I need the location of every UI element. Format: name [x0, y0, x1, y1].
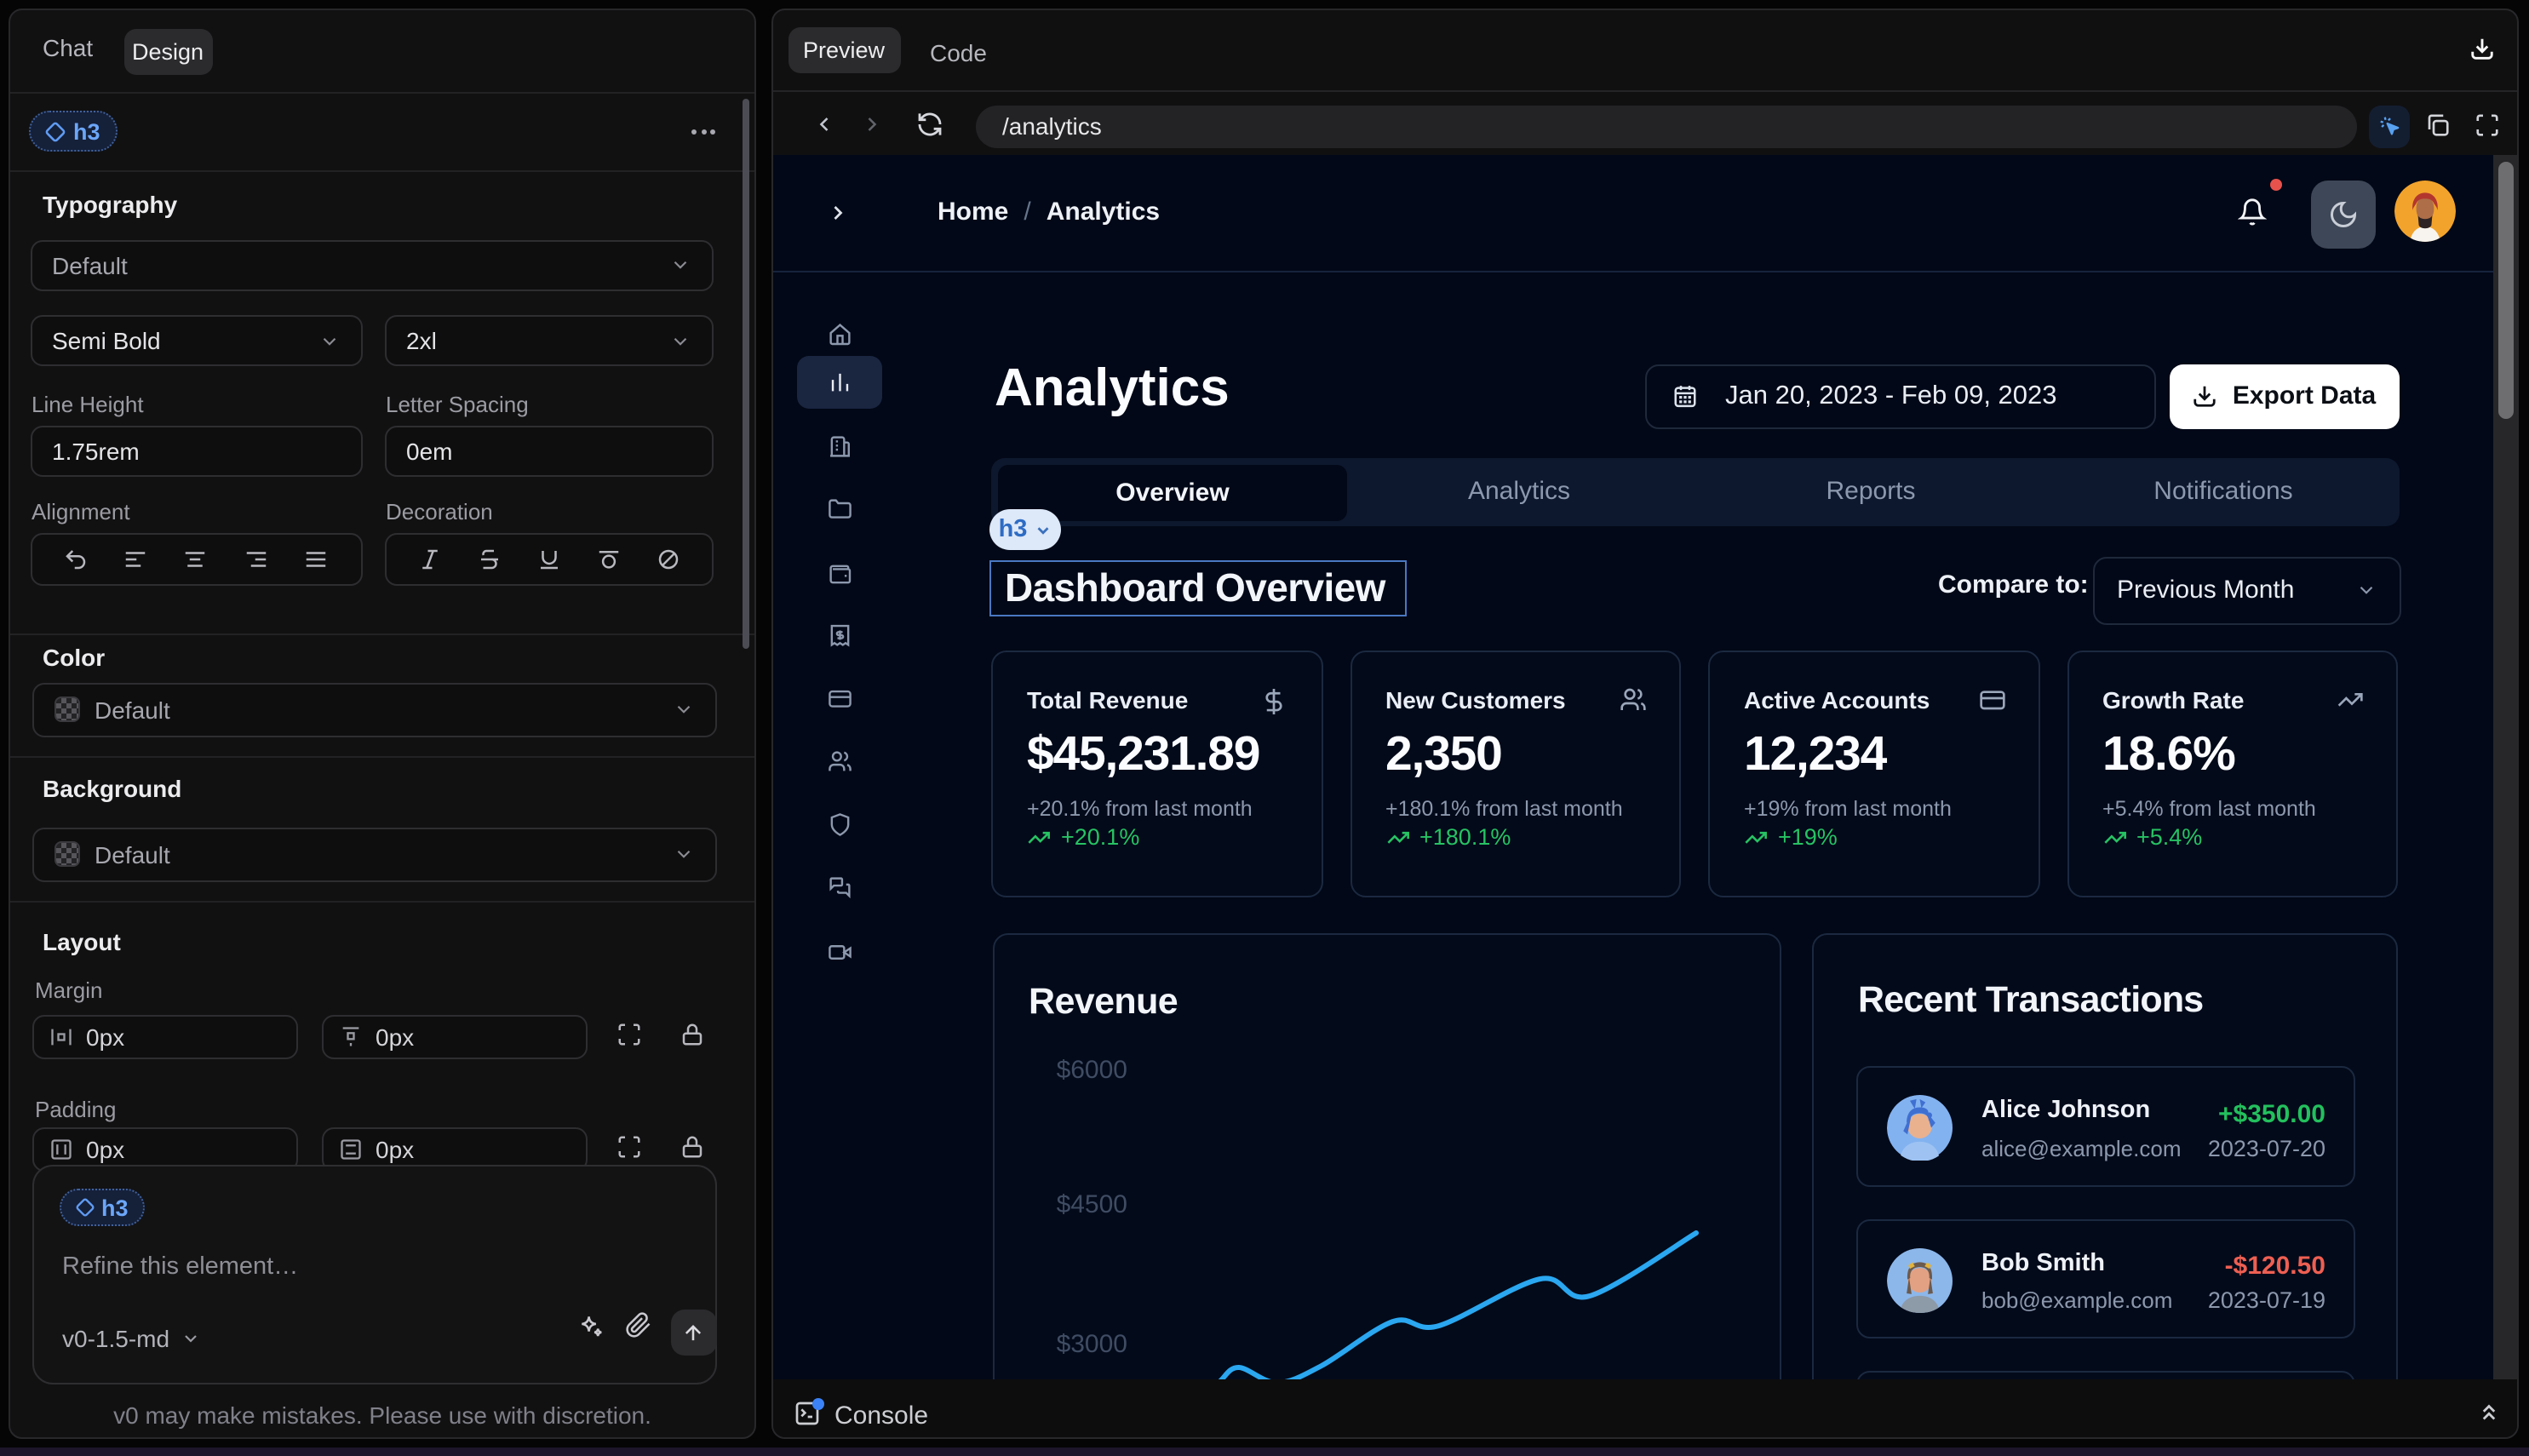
svg-text:$6000: $6000: [1057, 1056, 1127, 1084]
svg-text:$3000: $3000: [1057, 1330, 1127, 1358]
svg-text:$4500: $4500: [1057, 1190, 1127, 1218]
